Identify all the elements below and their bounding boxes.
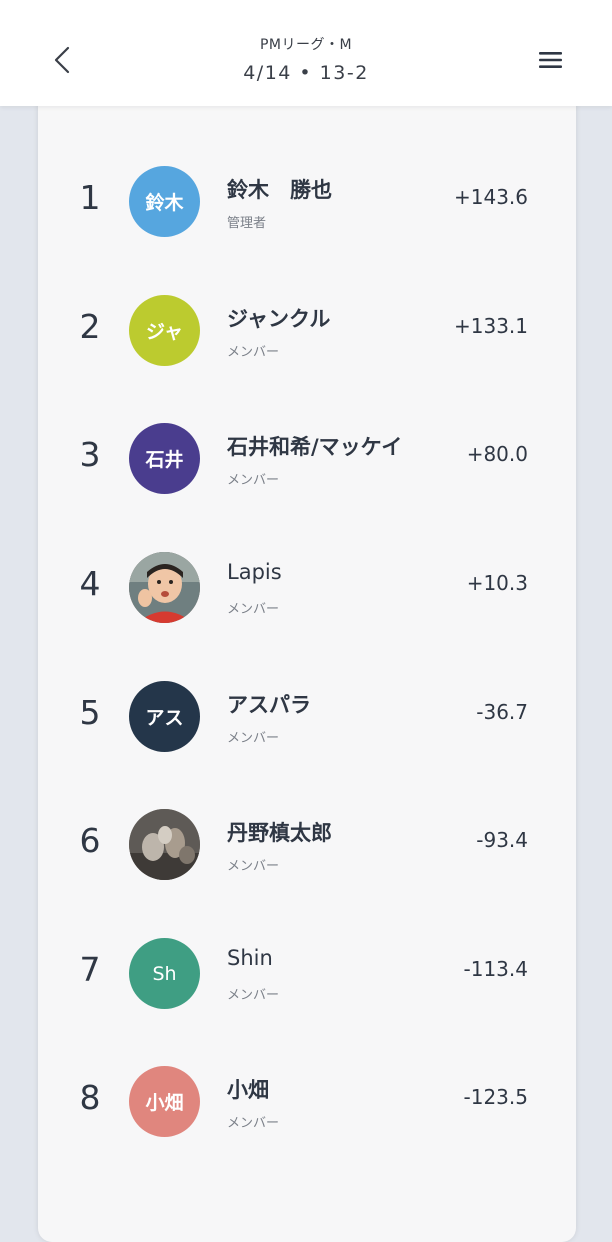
player-role: 管理者 bbox=[227, 216, 267, 231]
player-role: メンバー bbox=[227, 473, 280, 488]
avatar: 鈴木 bbox=[129, 166, 200, 237]
player-role: メンバー bbox=[227, 859, 280, 874]
player-role: メンバー bbox=[227, 345, 280, 360]
rank-number: 4 bbox=[79, 564, 101, 603]
ranking-row[interactable]: 6 丹野槙太郎 メンバー -93.4 bbox=[38, 781, 576, 909]
player-score: +143.6 bbox=[453, 185, 528, 209]
player-name: 小畑 bbox=[227, 1078, 269, 1102]
ranking-row[interactable]: 7 Sh Shin メンバー -113.4 bbox=[38, 910, 576, 1038]
rank-number: 7 bbox=[79, 950, 101, 989]
ranking-row[interactable]: 3 石井 石井和希/マッケイ メンバー +80.0 bbox=[38, 395, 576, 523]
ranking-row[interactable]: 8 小畑 小畑 メンバー -123.5 bbox=[38, 1038, 576, 1166]
player-name: Lapis bbox=[227, 560, 282, 584]
player-name: アスパラ bbox=[227, 693, 311, 717]
ranking-card: 1 鈴木 鈴木 勝也 管理者 +143.6 2 ジャ ジャンクル メンバー +1… bbox=[38, 92, 576, 1242]
ranking-row[interactable]: 1 鈴木 鈴木 勝也 管理者 +143.6 bbox=[38, 138, 576, 266]
rank-number: 8 bbox=[79, 1078, 101, 1117]
menu-button[interactable] bbox=[533, 46, 567, 74]
rank-number: 5 bbox=[79, 693, 101, 732]
player-role: メンバー bbox=[227, 1116, 280, 1131]
player-role: メンバー bbox=[227, 602, 280, 617]
rank-number: 2 bbox=[79, 307, 101, 346]
avatar-photo bbox=[129, 552, 200, 623]
avatar-photo bbox=[129, 809, 200, 880]
player-score: -93.4 bbox=[476, 828, 528, 852]
hamburger-menu-icon bbox=[539, 52, 562, 68]
player-role: メンバー bbox=[227, 988, 280, 1003]
player-score: -123.5 bbox=[463, 1085, 528, 1109]
player-score: -36.7 bbox=[476, 700, 528, 724]
top-bar: PMリーグ・M 4/14 • 13-2 bbox=[0, 0, 612, 106]
player-score: +10.3 bbox=[466, 571, 528, 595]
rank-number: 6 bbox=[79, 821, 101, 860]
player-score: +80.0 bbox=[466, 442, 528, 466]
avatar: アス bbox=[129, 681, 200, 752]
player-name: 石井和希/マッケイ bbox=[227, 435, 403, 459]
ranking-row[interactable]: 4 Lapis メンバー +10.3 bbox=[38, 524, 576, 652]
league-name: PMリーグ・M bbox=[259, 37, 353, 53]
player-score: +133.1 bbox=[453, 314, 528, 338]
player-name: 丹野槙太郎 bbox=[227, 821, 332, 845]
player-name: Shin bbox=[227, 946, 273, 970]
player-name: 鈴木 勝也 bbox=[227, 178, 332, 202]
rank-number: 3 bbox=[79, 435, 101, 474]
avatar: 石井 bbox=[129, 423, 200, 494]
avatar: 小畑 bbox=[129, 1066, 200, 1137]
rank-number: 1 bbox=[79, 178, 101, 217]
player-score: -113.4 bbox=[463, 957, 528, 981]
player-name: ジャンクル bbox=[227, 307, 331, 331]
avatar: ジャ bbox=[129, 295, 200, 366]
ranking-row[interactable]: 2 ジャ ジャンクル メンバー +133.1 bbox=[38, 267, 576, 395]
avatar: Sh bbox=[129, 938, 200, 1009]
player-role: メンバー bbox=[227, 731, 280, 746]
game-info: 4/14 • 13-2 bbox=[243, 62, 369, 84]
ranking-row[interactable]: 5 アス アスパラ メンバー -36.7 bbox=[38, 653, 576, 781]
